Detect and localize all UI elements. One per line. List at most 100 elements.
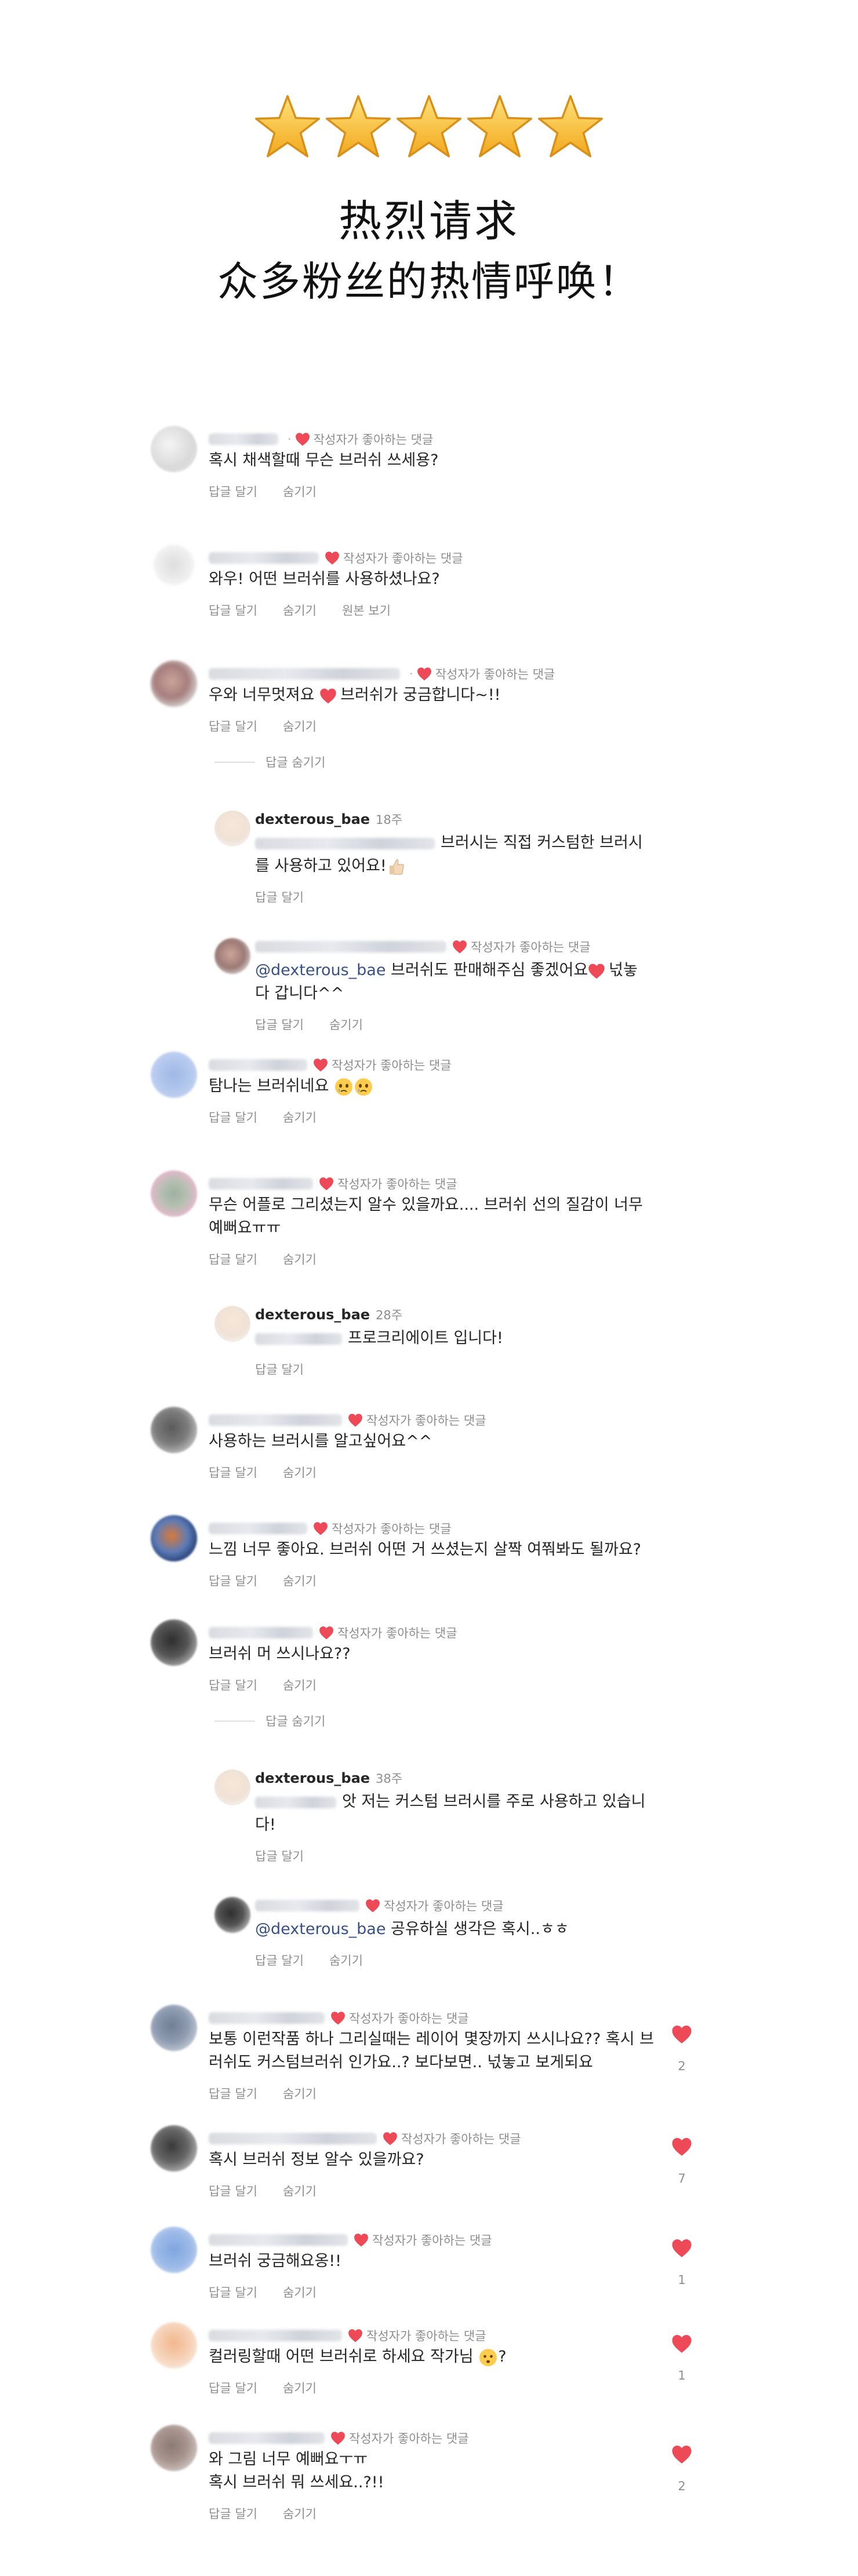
avatar[interactable] <box>151 1515 197 1561</box>
reply-button[interactable]: 답글 달기 <box>209 1464 257 1481</box>
avatar[interactable] <box>154 545 194 585</box>
reply-button[interactable]: 답글 달기 <box>255 888 304 906</box>
comment-text: 사용하는 브러시를 알고싶어요^^ <box>209 1432 432 1450</box>
reply-button[interactable]: 답글 달기 <box>209 1676 257 1694</box>
promo-title: 热烈请求 <box>339 196 519 246</box>
timestamp: 38주 <box>376 1772 403 1786</box>
avatar[interactable] <box>151 2125 197 2172</box>
like-count: 7 <box>678 2172 686 2185</box>
heart-icon <box>295 432 310 447</box>
reply-button[interactable]: 답글 달기 <box>209 2379 257 2396</box>
hide-button[interactable]: 숨기기 <box>329 1951 363 1969</box>
blurred-username <box>255 941 446 953</box>
author-username[interactable]: dexterous_bae <box>255 1307 370 1323</box>
liked-by-author-label: 작성자가 좋아하는 댓글 <box>332 1059 452 1072</box>
liked-by-author-label: 작성자가 좋아하는 댓글 <box>366 1414 486 1428</box>
mention-link[interactable]: @dexterous_bae <box>255 961 386 979</box>
avatar[interactable] <box>151 1170 197 1217</box>
like-heart-icon[interactable] <box>671 2334 692 2354</box>
author-username[interactable]: dexterous_bae <box>255 1770 370 1786</box>
hide-button[interactable]: 숨기기 <box>283 2379 317 2396</box>
like-count: 1 <box>678 2273 686 2287</box>
worried-face-icon <box>478 2348 498 2367</box>
reply-text: @dexterous_bae 브러쉬도 판매해주심 좋겠어요 넋놓 다 갑니다^^ <box>255 961 638 1002</box>
avatar[interactable] <box>151 2322 197 2369</box>
hide-button[interactable]: 숨기기 <box>283 483 317 500</box>
hide-button[interactable]: 숨기기 <box>283 1250 317 1268</box>
hide-button[interactable]: 숨기기 <box>283 2182 317 2199</box>
star-icon <box>395 93 463 161</box>
hide-button[interactable]: 숨기기 <box>283 1676 317 1694</box>
comment-text: 혹시 브러쉬 정보 알수 있을까요? <box>209 2151 424 2169</box>
reply-button[interactable]: 답글 달기 <box>255 1847 304 1865</box>
blurred-username <box>209 433 278 445</box>
hide-replies-toggle[interactable]: 답글 숨기기 <box>214 753 325 771</box>
blurred-username <box>209 1178 313 1190</box>
blurred-username <box>209 2432 325 2444</box>
reply-button[interactable]: 답글 달기 <box>209 1108 257 1126</box>
reply-text: 프로크리에이트 입니다! <box>255 1327 503 1350</box>
heart-icon <box>325 550 340 565</box>
reply-text: 앗 저는 커스텀 브러시를 주로 사용하고 있습니 다! <box>255 1793 646 1834</box>
like-heart-icon[interactable] <box>671 2444 692 2464</box>
liked-by-author-label: 작성자가 좋아하는 댓글 <box>337 1177 457 1191</box>
hide-button[interactable]: 숨기기 <box>283 1464 317 1481</box>
avatar[interactable] <box>214 938 250 974</box>
like-heart-icon[interactable] <box>671 2137 692 2157</box>
reply-button[interactable]: 답글 달기 <box>255 1951 304 1969</box>
reply-button[interactable]: 답글 달기 <box>209 2182 257 2199</box>
avatar[interactable] <box>214 1897 250 1933</box>
reply-button[interactable]: 답글 달기 <box>209 2505 257 2522</box>
avatar[interactable] <box>151 2425 197 2471</box>
hide-button[interactable]: 숨기기 <box>283 2283 317 2301</box>
avatar[interactable] <box>151 2005 197 2051</box>
hide-button[interactable]: 숨기기 <box>283 2505 317 2522</box>
like-control: 2 <box>663 2444 700 2493</box>
blurred-username <box>209 2234 348 2246</box>
blurred-mention <box>255 1333 342 1345</box>
hide-button[interactable]: 숨기기 <box>283 1108 317 1126</box>
liked-by-author-label: 작성자가 좋아하는 댓글 <box>343 552 463 565</box>
hide-button[interactable]: 숨기기 <box>329 1016 363 1033</box>
reply-button[interactable]: 답글 달기 <box>255 1016 304 1033</box>
avatar[interactable] <box>151 661 197 707</box>
hide-replies-toggle[interactable]: 답글 숨기기 <box>214 1712 325 1730</box>
author-avatar[interactable] <box>214 1769 250 1805</box>
reply-button[interactable]: 답글 달기 <box>255 1360 304 1378</box>
reply-button[interactable]: 답글 달기 <box>209 2085 257 2102</box>
comment-text: 브러쉬 궁금해요옹!! <box>209 2252 341 2270</box>
reply-button[interactable]: 답글 달기 <box>209 1250 257 1268</box>
liked-by-author-label: 작성자가 좋아하는 댓글 <box>401 2132 521 2146</box>
heart-icon <box>354 2232 369 2247</box>
avatar[interactable] <box>151 1407 197 1453</box>
like-heart-icon[interactable] <box>671 2024 692 2044</box>
avatar[interactable] <box>151 1619 197 1666</box>
comment-text: 느낌 너무 좋아요. 브러쉬 어떤 거 쓰셨는지 살짝 여쭤봐도 될까요? <box>209 1541 641 1559</box>
hide-button[interactable]: 숨기기 <box>283 601 317 619</box>
reply-button[interactable]: 답글 달기 <box>209 717 257 735</box>
reply-button[interactable]: 답글 달기 <box>209 2283 257 2301</box>
reply-button[interactable]: 답글 달기 <box>209 601 257 619</box>
mention-link[interactable]: @dexterous_bae <box>255 1920 386 1938</box>
star-icon <box>536 93 605 161</box>
thumbs-up-icon <box>387 857 406 877</box>
heart-icon <box>313 1057 328 1072</box>
author-avatar[interactable] <box>214 1306 250 1342</box>
blurred-username <box>209 1414 342 1426</box>
author-username[interactable]: dexterous_bae <box>255 811 370 827</box>
hide-button[interactable]: 숨기기 <box>283 1572 317 1589</box>
view-original-button[interactable]: 원본 보기 <box>342 601 391 619</box>
comment-text: 혹시 채색할때 무슨 브러쉬 쓰세용? <box>209 451 439 469</box>
hide-button[interactable]: 숨기기 <box>283 2085 317 2102</box>
reply-button[interactable]: 답글 달기 <box>209 483 257 500</box>
author-avatar[interactable] <box>214 811 250 846</box>
avatar[interactable] <box>151 2227 197 2273</box>
reply-button[interactable]: 답글 달기 <box>209 1572 257 1589</box>
blurred-username <box>209 2012 325 2024</box>
hide-button[interactable]: 숨기기 <box>283 717 317 735</box>
avatar[interactable] <box>151 1052 197 1098</box>
heart-icon <box>348 2328 363 2343</box>
like-heart-icon[interactable] <box>671 2238 692 2258</box>
avatar[interactable] <box>151 426 197 472</box>
star-icon <box>466 93 534 161</box>
